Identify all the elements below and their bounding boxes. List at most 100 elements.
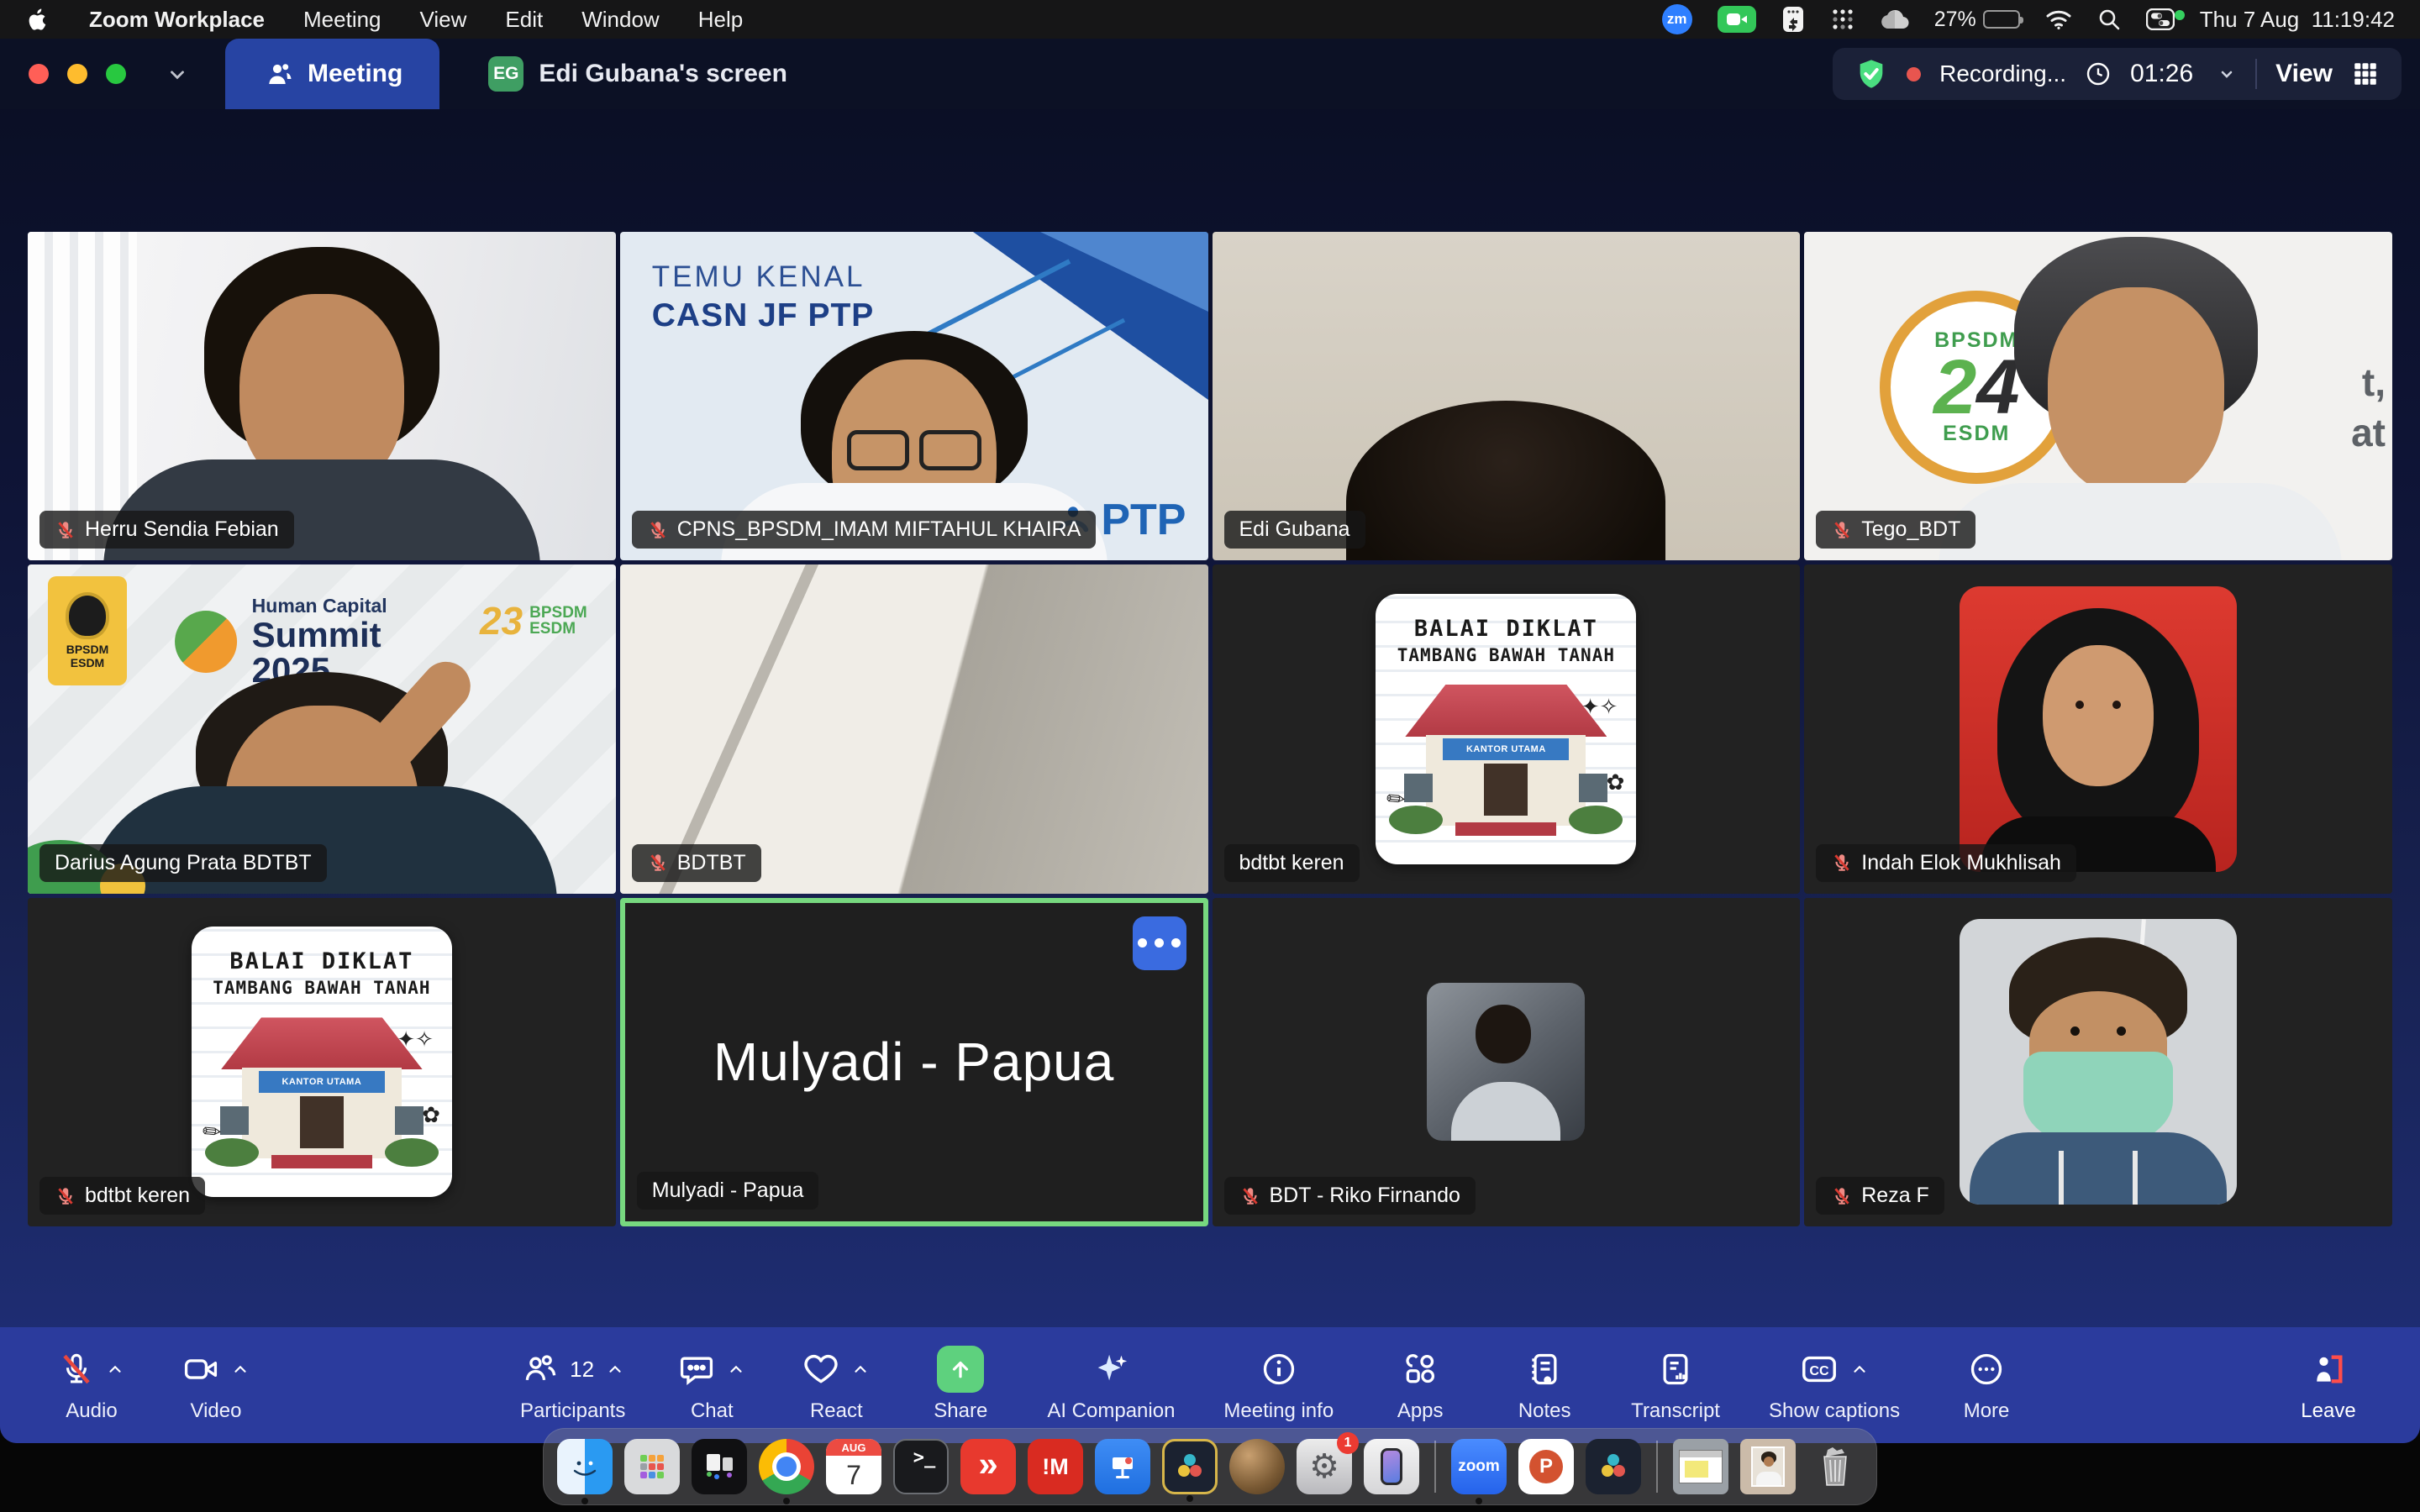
control-center-icon[interactable]: [2146, 8, 2175, 30]
participant-name: Edi Gubana: [1239, 517, 1350, 542]
video-button[interactable]: Video: [178, 1347, 254, 1423]
dock-minimized-window-1[interactable]: [1673, 1439, 1728, 1494]
dock-trash-icon[interactable]: [1807, 1439, 1863, 1494]
view-grid-icon[interactable]: [2351, 60, 2380, 88]
tab-meeting[interactable]: Meeting: [225, 39, 439, 109]
video-tile-imam[interactable]: TEMU KENAL CASN JF PTP PTP CPNS_BPSDM_IM…: [620, 232, 1208, 560]
transcript-button[interactable]: Transcript: [1631, 1347, 1720, 1423]
audio-options-caret[interactable]: [106, 1360, 124, 1378]
dock-powerpoint-icon[interactable]: P: [1518, 1439, 1574, 1494]
video-tile-reza[interactable]: Reza F: [1804, 898, 2392, 1226]
menu-edit[interactable]: Edit: [505, 7, 543, 33]
video-tile-darius[interactable]: BPSDM ESDM Human Capital Summit 2025 23 …: [28, 564, 616, 893]
chat-options-caret[interactable]: [727, 1360, 745, 1378]
video-tile-herru[interactable]: Herru Sendia Febian: [28, 232, 616, 560]
more-button[interactable]: More: [1949, 1347, 2024, 1423]
name-label: Herru Sendia Febian: [39, 511, 294, 549]
name-label: bdtbt keren: [39, 1177, 205, 1215]
dock-launchpad-icon[interactable]: [624, 1439, 680, 1494]
apps-button[interactable]: Apps: [1382, 1347, 1458, 1423]
participants-options-caret[interactable]: [606, 1360, 624, 1378]
bg-title-2: CASN JF PTP: [652, 297, 875, 334]
dock-chrome-icon[interactable]: [759, 1439, 814, 1494]
dock-iphone-mirroring-icon[interactable]: [1364, 1439, 1419, 1494]
captions-options-caret[interactable]: [1850, 1360, 1869, 1378]
recording-label[interactable]: Recording...: [1939, 60, 2066, 87]
dock-sphere-app-icon[interactable]: [1229, 1439, 1285, 1494]
video-tile-tego[interactable]: BPSDM 2 4 ESDM t, at Tego_BDT: [1804, 232, 2392, 560]
doodle-stars: ✦✧: [397, 1027, 434, 1053]
screen-mirroring-icon[interactable]: [1781, 5, 1805, 34]
camera-active-icon[interactable]: [1718, 6, 1756, 33]
apps-grid-icon[interactable]: [1830, 7, 1855, 32]
dock-calendar-icon[interactable]: AUG 7: [826, 1439, 881, 1494]
video-tile-bdtbt-keren-1[interactable]: BALAI DIKLAT TAMBANG BAWAH TANAH KANTOR …: [1213, 564, 1801, 893]
video-tile-bdtbt[interactable]: BDTBT: [620, 564, 1208, 893]
name-label: bdtbt keren: [1224, 844, 1360, 882]
dock-window-manager-icon[interactable]: [692, 1439, 747, 1494]
react-button[interactable]: React: [798, 1347, 874, 1423]
security-shield-icon[interactable]: [1854, 57, 1888, 91]
cloud-storage-icon[interactable]: [1881, 8, 1909, 30]
ai-companion-button[interactable]: AI Companion: [1047, 1347, 1175, 1423]
apple-menu-icon[interactable]: [25, 7, 50, 32]
wifi-icon[interactable]: [2045, 8, 2072, 30]
timer-chevron-down-icon[interactable]: [2217, 64, 2237, 84]
video-tile-riko[interactable]: BDT - Riko Firnando: [1213, 898, 1801, 1226]
tile-more-options-button[interactable]: [1133, 916, 1186, 970]
share-button[interactable]: Share: [923, 1347, 998, 1423]
video-tile-mulyadi-active-speaker[interactable]: Mulyadi - Papua Mulyadi - Papua: [620, 898, 1208, 1226]
kantor-utama-sign: KANTOR UTAMA: [1443, 738, 1569, 760]
participant-video: [1427, 983, 1585, 1141]
powerpoint-p: P: [1529, 1450, 1563, 1483]
dock-finder-icon[interactable]: [557, 1439, 613, 1494]
dock-red-m-app-icon[interactable]: !M: [1028, 1439, 1083, 1494]
meeting-timer[interactable]: 01:26: [2130, 60, 2193, 88]
dock-keynote-icon[interactable]: [1095, 1439, 1150, 1494]
battery-indicator[interactable]: 27%: [1934, 8, 2020, 32]
dock-davinci-resolve-icon[interactable]: [1162, 1439, 1218, 1494]
dock-red-diamond-app-icon[interactable]: »: [960, 1439, 1016, 1494]
transcript-label: Transcript: [1631, 1399, 1720, 1423]
tabs-chevron-down-icon[interactable]: [166, 39, 188, 109]
video-tile-edi[interactable]: Edi Gubana: [1213, 232, 1801, 560]
spotlight-search-icon[interactable]: [2097, 8, 2121, 31]
muted-mic-icon: [647, 519, 669, 541]
meeting-info-button[interactable]: Meeting info: [1223, 1347, 1334, 1423]
dock-system-settings-icon[interactable]: ⚙ 1: [1297, 1439, 1352, 1494]
menu-meeting[interactable]: Meeting: [303, 7, 381, 33]
participants-button[interactable]: 12 Participants: [520, 1347, 625, 1423]
participant-name: bdtbt keren: [85, 1184, 190, 1208]
dock-zoom-icon[interactable]: zoom: [1451, 1439, 1507, 1494]
participants-icon: [262, 59, 292, 89]
menu-window[interactable]: Window: [581, 7, 659, 33]
close-button[interactable]: [29, 64, 49, 84]
view-menu-label[interactable]: View: [2275, 60, 2333, 88]
dock-davinci-resolve-2-icon[interactable]: [1586, 1439, 1641, 1494]
notes-button[interactable]: Notes: [1507, 1347, 1582, 1423]
participant-name: Darius Agung Prata BDTBT: [55, 851, 312, 875]
dock-terminal-icon[interactable]: >_: [893, 1439, 949, 1494]
video-options-caret[interactable]: [231, 1360, 250, 1378]
minimize-button[interactable]: [67, 64, 87, 84]
more-label: More: [1964, 1399, 2010, 1423]
show-captions-button[interactable]: CC Show captions: [1769, 1347, 1900, 1423]
dock-minimized-window-2[interactable]: [1740, 1439, 1796, 1494]
zoom-wordmark: zoom: [1458, 1457, 1500, 1476]
zoom-status-icon[interactable]: zm: [1662, 4, 1692, 34]
leave-door-icon: [2310, 1351, 2347, 1388]
menu-view[interactable]: View: [420, 7, 467, 33]
audio-button[interactable]: Audio: [54, 1347, 129, 1423]
tab-shared-screen[interactable]: EG Edi Gubana's screen: [451, 39, 824, 109]
menu-help[interactable]: Help: [698, 7, 743, 33]
menubar-clock[interactable]: Thu 7 Aug 11:19:42: [2200, 7, 2395, 33]
video-tile-indah[interactable]: Indah Elok Mukhlisah: [1804, 564, 2392, 893]
fullscreen-button[interactable]: [106, 64, 126, 84]
react-options-caret[interactable]: [851, 1360, 870, 1378]
menubar-app-name[interactable]: Zoom Workplace: [89, 7, 265, 33]
participant-name: BDT - Riko Firnando: [1270, 1184, 1460, 1208]
leave-button[interactable]: Leave: [2291, 1347, 2366, 1423]
video-tile-bdtbt-keren-2[interactable]: BALAI DIKLAT TAMBANG BAWAH TANAH KANTOR …: [28, 898, 616, 1226]
chat-button[interactable]: Chat: [674, 1347, 750, 1423]
name-label: BDT - Riko Firnando: [1224, 1177, 1476, 1215]
